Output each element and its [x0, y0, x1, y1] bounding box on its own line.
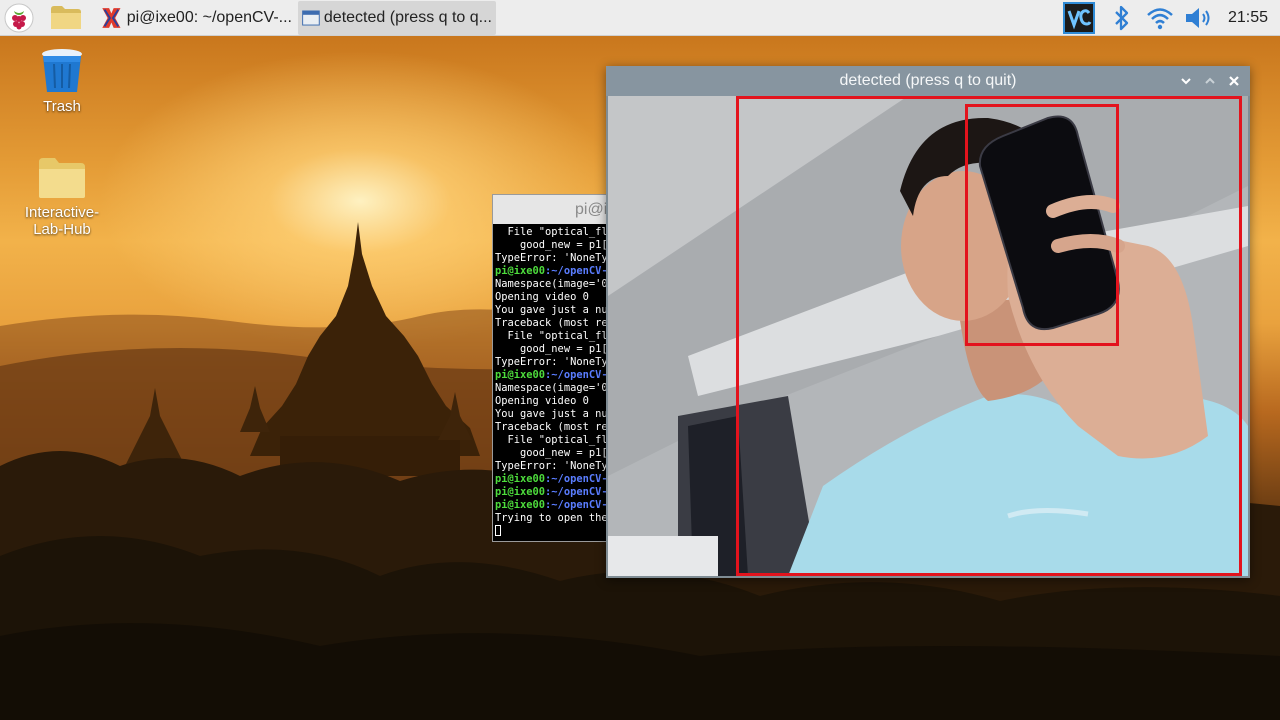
terminal-line: Namespace(image='0 — [495, 382, 611, 395]
taskbar: pi@ixe00: ~/openCV-... detected (press q… — [0, 0, 1280, 36]
prompt-user: pi@ixe00 — [495, 369, 546, 381]
prompt-user: pi@ixe00 — [495, 265, 546, 277]
terminal-text: TypeError: 'NoneTyp — [495, 252, 612, 264]
terminal-line: TypeError: 'NoneTyp — [495, 252, 612, 265]
close-button[interactable] — [1226, 73, 1242, 89]
prompt-user: pi@ixe00 — [495, 486, 546, 498]
terminal-line: File "optical_flo — [495, 330, 612, 343]
desktop-icon-folder[interactable]: Interactive- Lab-Hub — [12, 156, 112, 238]
terminal-text: good_new = p1[s — [495, 239, 612, 251]
terminal-line: pi@ixe00:~/openCV-e — [495, 265, 612, 278]
terminal-text: Trying to open the — [495, 512, 608, 524]
terminal-line: good_new = p1[s — [495, 239, 612, 252]
detection-box-phone — [965, 104, 1119, 346]
file-manager-launcher[interactable] — [50, 0, 84, 36]
task-detected[interactable]: detected (press q to q... — [298, 1, 496, 35]
vnc-tray-button[interactable] — [1062, 0, 1096, 36]
terminal-text: good_new = p1[s — [495, 447, 612, 459]
terminal-text: File "optical_flo — [495, 226, 612, 238]
terminal-line: TypeError: 'NoneTyp — [495, 356, 612, 369]
vnc-icon — [1063, 2, 1095, 34]
volume-tray-button[interactable] — [1182, 0, 1216, 36]
terminal-line: Trying to open the — [495, 512, 611, 525]
window-title: detected (press q to quit) — [839, 72, 1017, 89]
wifi-tray-button[interactable] — [1144, 0, 1176, 36]
terminal-text: Traceback (most rec — [495, 421, 612, 433]
chevron-up-icon — [1205, 77, 1215, 84]
terminal-line: Namespace(image='0 — [495, 278, 611, 291]
terminal-window[interactable]: pi@i File "optical_flo good_new = p1[s Ty… — [492, 194, 612, 542]
terminal-line: Opening video 0 — [495, 291, 611, 304]
close-icon — [1229, 76, 1239, 86]
wifi-icon — [1147, 8, 1173, 30]
prompt-user: pi@ixe00 — [495, 473, 546, 485]
terminal-line: Opening video 0 — [495, 395, 611, 408]
terminal-line: pi@ixe00:~/openCV-e — [495, 499, 612, 512]
clock[interactable]: 21:55 — [1228, 0, 1268, 36]
detected-window[interactable]: detected (press q to quit) — [606, 66, 1250, 578]
terminal-line: pi@ixe00:~/openCV-e — [495, 369, 612, 382]
task-label: detected (press q to q... — [323, 9, 492, 26]
prompt-user: pi@ixe00 — [495, 499, 546, 511]
menu-button[interactable] — [4, 0, 40, 36]
terminal-output[interactable]: File "optical_flo good_new = p1[s TypeErr… — [495, 226, 612, 538]
desktop-icon-trash[interactable]: Trash — [12, 46, 112, 115]
camera-frame — [608, 96, 1248, 576]
terminal-text: File "optical_flo — [495, 434, 612, 446]
bluetooth-icon — [1115, 5, 1129, 31]
desktop-icon-label: Trash — [43, 98, 81, 115]
terminal-text: Namespace(image='0 — [495, 382, 608, 394]
terminal-line: pi@ixe00:~/openCV-e — [495, 486, 612, 499]
minimize-button[interactable] — [1178, 73, 1194, 89]
window-icon — [302, 10, 320, 26]
terminal-line: Traceback (most rec — [495, 421, 612, 434]
terminal-text: File "optical_flo — [495, 330, 612, 342]
folder-icon — [39, 158, 85, 198]
terminal-line: TypeError: 'NoneTyp — [495, 460, 612, 473]
terminal-line: File "optical_flo — [495, 434, 612, 447]
terminal-line: You gave just a num — [495, 408, 612, 421]
trash-icon — [42, 49, 82, 92]
terminal-title[interactable]: pi@i — [493, 195, 611, 224]
desktop-icon-label: Interactive- Lab-Hub — [24, 204, 100, 238]
terminal-line: File "optical_flo — [495, 226, 612, 239]
chevron-down-icon — [1181, 78, 1191, 85]
terminal-text: Namespace(image='0 — [495, 278, 608, 290]
task-label: pi@ixe00: ~/openCV-... — [126, 9, 292, 26]
raspberry-pi-icon — [4, 3, 34, 33]
terminal-line: You gave just a num — [495, 304, 612, 317]
terminal-text: TypeError: 'NoneTyp — [495, 356, 612, 368]
terminal-text: TypeError: 'NoneTyp — [495, 460, 612, 472]
terminal-text: good_new = p1[s — [495, 343, 612, 355]
terminal-cursor-line — [495, 525, 611, 538]
volume-icon — [1186, 8, 1210, 28]
window-titlebar[interactable]: detected (press q to quit) — [606, 66, 1250, 96]
terminal-text: Traceback (most rec — [495, 317, 612, 329]
terminal-text: Opening video 0 — [495, 291, 589, 303]
terminal-line: good_new = p1[s — [495, 343, 612, 356]
terminal-text: You gave just a num — [495, 408, 612, 420]
prompt-path: :~/openCV-e — [545, 486, 612, 498]
terminal-line: good_new = p1[s — [495, 447, 612, 460]
terminal-text: You gave just a num — [495, 304, 612, 316]
task-terminal[interactable]: pi@ixe00: ~/openCV-... — [96, 1, 296, 35]
prompt-path: :~/openCV-e — [545, 369, 612, 381]
terminal-text: Opening video 0 — [495, 395, 589, 407]
x-terminal-icon — [102, 8, 121, 28]
terminal-cursor — [495, 525, 501, 536]
terminal-line: Traceback (most rec — [495, 317, 612, 330]
folder-icon — [51, 6, 81, 29]
maximize-button[interactable] — [1202, 73, 1218, 89]
prompt-path: :~/openCV-e — [545, 499, 612, 511]
terminal-line: pi@ixe00:~/openCV-e — [495, 473, 612, 486]
prompt-path: :~/openCV-e — [545, 473, 612, 485]
bluetooth-tray-button[interactable] — [1108, 0, 1136, 36]
prompt-path: :~/openCV-e — [545, 265, 612, 277]
